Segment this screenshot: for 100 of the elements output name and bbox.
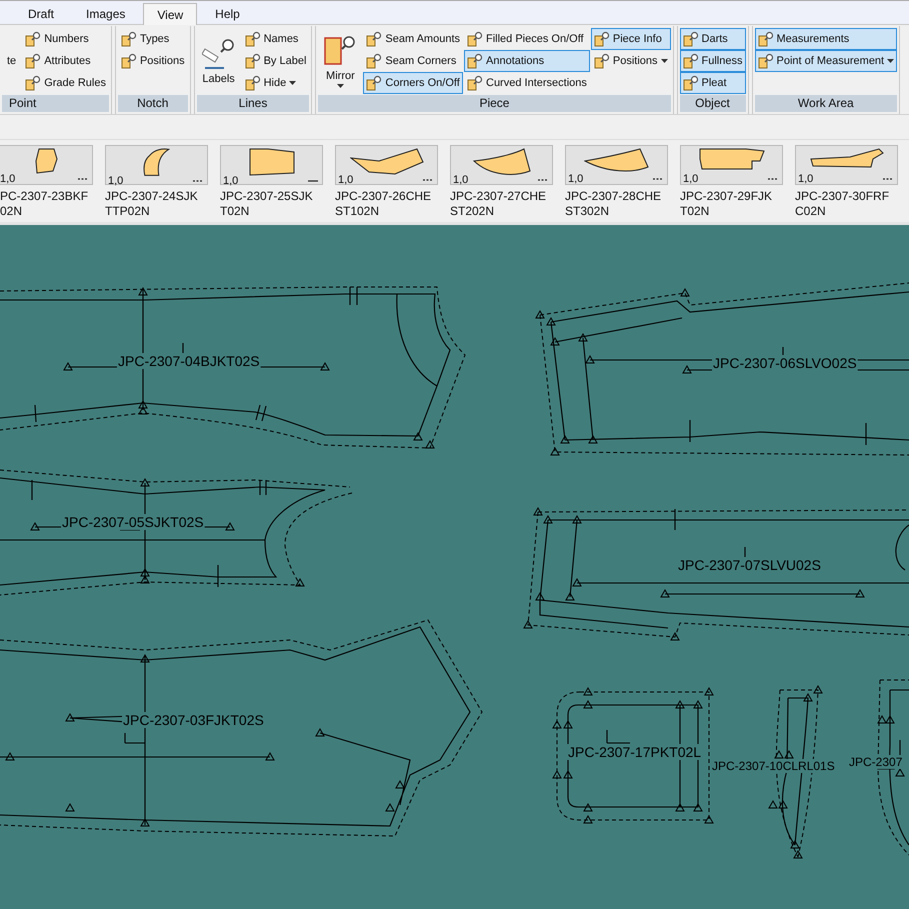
solid-line-icon xyxy=(308,179,318,183)
scale-value: 1,0 xyxy=(338,174,354,186)
piece-magnifier-icon xyxy=(120,31,137,47)
ribbon-button[interactable]: Names xyxy=(242,28,310,50)
group-title: Point xyxy=(2,95,109,112)
piece-magnifier-icon xyxy=(323,34,358,68)
piece-shape-drawing xyxy=(698,148,764,170)
ribbon-button[interactable]: Corners On/Off xyxy=(363,72,463,94)
dashed-line-icon xyxy=(768,177,778,181)
ribbon-button[interactable]: Labels xyxy=(196,28,241,94)
scale-value: 1,0 xyxy=(108,175,124,188)
ribbon-button[interactable]: Piece Info xyxy=(590,28,671,50)
ribbon-button[interactable]: Measurements xyxy=(754,28,898,50)
piece-label: JPC-2307-17PKT02L xyxy=(568,744,702,760)
scale-value: 1,0 xyxy=(568,173,584,185)
piece-thumbnail[interactable]: 1,0 xyxy=(105,145,208,185)
piece-shape-drawing xyxy=(34,148,58,174)
piece-label: JPC-2307 xyxy=(849,755,902,769)
dashed-line-icon xyxy=(883,177,893,181)
piece-thumbnail[interactable]: 1,0 xyxy=(795,145,898,185)
piece-magnifier-icon xyxy=(758,53,774,69)
scale-value: 1,0 xyxy=(798,173,814,185)
piece-label: JPC-2307-07SLVU02S xyxy=(678,557,821,573)
scale-value: 1,0 xyxy=(0,173,16,185)
piece-shape-drawing xyxy=(472,148,530,176)
piece-magnifier-icon xyxy=(25,75,42,91)
ribbon-button[interactable]: Numbers xyxy=(22,28,109,50)
piece-magnifier-icon xyxy=(758,31,774,47)
piece-shape-drawing xyxy=(584,148,649,172)
ribbon-button[interactable]: Seam Corners xyxy=(363,50,463,72)
piece-magnifier-icon xyxy=(25,53,42,69)
ribbon-button[interactable]: te xyxy=(2,28,22,94)
ribbon-tab[interactable]: Draft xyxy=(14,3,68,24)
piece-label: JPC-2307-06SLVO02S xyxy=(713,355,857,371)
piece-name: JPC-2307-25SJK T02N xyxy=(220,189,314,219)
piece-magnifier-icon xyxy=(682,31,699,47)
piece-name: JPC-2307-29FJK T02N xyxy=(680,189,774,219)
piece-magnifier-icon xyxy=(366,53,382,69)
scale-value: 1,0 xyxy=(223,175,238,187)
piece-magnifier-icon xyxy=(467,75,483,91)
ribbon-button[interactable]: Annotations xyxy=(464,50,590,72)
ribbon-button[interactable]: Seam Amounts xyxy=(363,28,463,50)
piece-name: JPC-2307-27CHE ST202N xyxy=(450,189,548,219)
piece-magnifier-icon xyxy=(594,31,610,47)
piece-thumbnail[interactable]: 1,0 xyxy=(565,145,668,185)
ribbon-button[interactable]: Positions xyxy=(118,50,188,72)
piece-shape-drawing xyxy=(143,148,170,176)
piece-name: JPC-2307-26CHE ST102N xyxy=(335,189,432,219)
dashed-line-icon xyxy=(193,179,203,184)
dashed-line-icon xyxy=(78,177,88,181)
ribbon-button[interactable]: Types xyxy=(118,28,188,50)
piece-magnifier-icon xyxy=(594,53,610,69)
piece-magnifier-icon xyxy=(244,75,261,91)
caret-icon xyxy=(660,59,668,63)
piece-magnifier-icon xyxy=(366,31,382,47)
dashed-line-icon xyxy=(538,178,548,182)
ribbon-button[interactable]: Attributes xyxy=(22,50,109,72)
ribbon-tab[interactable]: Images xyxy=(72,3,140,24)
ribbon-button[interactable]: Curved Intersections xyxy=(464,72,590,94)
piece-magnifier-icon xyxy=(366,75,382,91)
group-title: Notch xyxy=(118,95,188,112)
piece-magnifier-icon xyxy=(467,31,483,47)
tag-magnifier-icon xyxy=(202,37,236,71)
piece-magnifier-icon xyxy=(467,53,483,69)
ribbon-button[interactable]: Point of Measurement xyxy=(754,50,898,72)
piece-name: JPC-2307-28CHE ST302N xyxy=(565,189,662,219)
piece-label: JPC-2307-10CLRL01S xyxy=(712,759,835,773)
ribbon-tab[interactable]: View xyxy=(143,3,198,25)
dashed-line-icon xyxy=(423,178,433,182)
ribbon-button[interactable]: Positions xyxy=(590,50,671,72)
ribbon-button[interactable]: By Label xyxy=(242,50,310,72)
piece-magnifier-icon xyxy=(120,53,137,69)
ribbon-button[interactable]: Hide xyxy=(242,72,310,94)
piece-thumbnail[interactable]: 1,0 xyxy=(450,145,553,185)
group-title: Lines xyxy=(196,95,310,112)
scale-value: 1,0 xyxy=(683,173,698,185)
piece-magnifier-icon xyxy=(682,75,699,91)
piece-thumbnail[interactable]: 1,0 xyxy=(0,145,93,185)
piece-label: JPC-2307-03FJKT02S xyxy=(123,712,264,728)
group-title: Object xyxy=(680,95,746,112)
ribbon-button[interactable]: Pleat xyxy=(680,72,746,94)
piece-shape-drawing xyxy=(248,148,294,176)
ribbon-button[interactable]: Mirror xyxy=(318,28,362,94)
ribbon-tab[interactable]: Help xyxy=(201,3,254,24)
piece-thumbnail[interactable]: 1,0 xyxy=(220,145,323,185)
scale-value: 1,0 xyxy=(453,174,468,186)
ribbon-button[interactable]: Filled Pieces On/Off xyxy=(464,28,590,50)
ribbon-button[interactable]: Darts xyxy=(680,28,746,50)
piece-magnifier-icon xyxy=(25,31,42,47)
group-title: Piece xyxy=(318,95,671,112)
piece-name: PC-2307-23BKF 02N xyxy=(0,189,90,219)
piece-name: JPC-2307-30FRF C02N xyxy=(795,189,890,219)
piece-thumbnail[interactable]: 1,0 xyxy=(335,145,438,185)
piece-magnifier-icon xyxy=(682,53,699,69)
caret-icon xyxy=(336,84,344,88)
piece-label: JPC-2307-04BJKT02S xyxy=(118,353,260,369)
caret-icon xyxy=(289,81,296,85)
ribbon-button[interactable]: Grade Rules xyxy=(22,72,109,94)
ribbon-button[interactable]: Fullness xyxy=(680,50,746,72)
piece-thumbnail[interactable]: 1,0 xyxy=(680,145,783,185)
